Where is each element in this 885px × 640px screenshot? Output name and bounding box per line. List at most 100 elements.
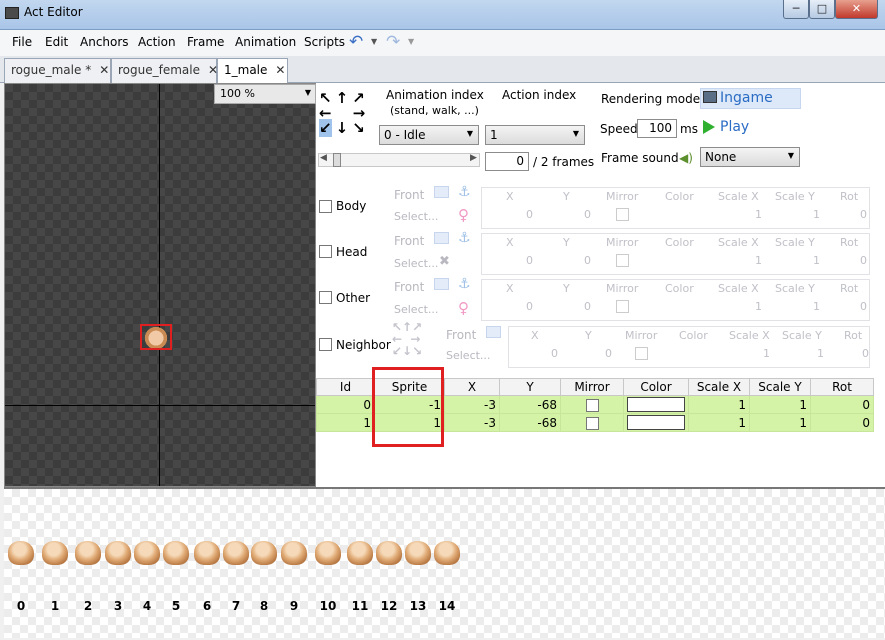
tab-rogue-female[interactable]: rogue_female ✕ <box>111 58 218 83</box>
body-checkbox[interactable] <box>319 200 332 213</box>
layer-x[interactable]: -3 <box>444 413 500 432</box>
head-select-link[interactable]: Select... <box>394 257 438 270</box>
sprite-thumbnail[interactable] <box>281 541 307 565</box>
sprite-thumbnail[interactable] <box>134 541 160 565</box>
neighbor-select-link[interactable]: Select... <box>446 349 490 362</box>
tab-rogue-male[interactable]: rogue_male * ✕ <box>4 58 111 83</box>
menu-scripts[interactable]: Scripts <box>304 35 345 49</box>
sprite-thumbnail[interactable] <box>251 541 277 565</box>
sprite-thumbnail[interactable] <box>75 541 101 565</box>
layer-y[interactable]: -68 <box>499 395 561 414</box>
menu-file[interactable]: File <box>12 35 32 49</box>
other-front-icon[interactable] <box>434 278 449 290</box>
redo-icon[interactable]: ↷ <box>386 32 400 52</box>
layer-scale-x[interactable]: 1 <box>688 395 750 414</box>
col-id[interactable]: Id <box>316 378 375 396</box>
menu-edit[interactable]: Edit <box>45 35 68 49</box>
sprite-thumbnail[interactable] <box>8 541 34 565</box>
play-button[interactable]: Play <box>720 119 749 135</box>
slider-thumb[interactable] <box>333 153 341 167</box>
sprite-thumbnail[interactable] <box>315 541 341 565</box>
body-select-link[interactable]: Select... <box>394 210 438 223</box>
redo-dropdown-icon[interactable]: ▼ <box>408 37 414 46</box>
clear-icon[interactable]: ✖ <box>439 254 450 269</box>
tab-label: rogue_female <box>118 63 200 77</box>
sprite-thumbnail[interactable] <box>194 541 220 565</box>
body-header-x: X <box>506 190 514 203</box>
play-icon[interactable] <box>703 120 715 134</box>
zoom-select[interactable]: 100 % ▼ <box>214 84 316 104</box>
animation-index-select[interactable]: 0 - Idle ▼ <box>379 125 479 145</box>
frame-canvas[interactable] <box>4 83 316 487</box>
sprite-thumbnail[interactable] <box>405 541 431 565</box>
other-anchor-icon[interactable]: ⚓ <box>458 276 471 292</box>
neighbor-front-icon[interactable] <box>486 326 501 338</box>
arrow-down-icon[interactable]: ↓ <box>336 119 349 137</box>
sprite-thumbnail[interactable] <box>347 541 373 565</box>
layer-y[interactable]: -68 <box>499 413 561 432</box>
layer-scale-y[interactable]: 1 <box>749 413 811 432</box>
other-select-link[interactable]: Select... <box>394 303 438 316</box>
head-anchor-icon[interactable]: ⚓ <box>458 230 471 246</box>
col-scale-x[interactable]: Scale X <box>688 378 750 396</box>
undo-dropdown-icon[interactable]: ▼ <box>371 37 377 46</box>
sprite-thumbnail[interactable] <box>434 541 460 565</box>
sprite-index-label: 6 <box>202 599 212 613</box>
head-checkbox[interactable] <box>319 245 332 258</box>
layer-rot[interactable]: 0 <box>810 395 874 414</box>
layer-rot[interactable]: 0 <box>810 413 874 432</box>
body-anchor-grid: X Y Mirror Color Scale X Scale Y Rot 0 0… <box>481 187 870 229</box>
action-index-value: 1 <box>490 128 498 142</box>
sprite-selection[interactable] <box>140 324 172 350</box>
speaker-icon[interactable]: ◀) <box>679 151 693 165</box>
speed-input[interactable]: 100 <box>637 119 677 138</box>
head-front-icon[interactable] <box>434 232 449 244</box>
frame-index-input[interactable]: 0 <box>485 152 529 171</box>
layer-mirror-checkbox[interactable] <box>585 416 599 430</box>
body-front-icon[interactable] <box>434 186 449 198</box>
menu-anchors[interactable]: Anchors <box>80 35 129 49</box>
menu-action[interactable]: Action <box>138 35 176 49</box>
neighbor-checkbox[interactable] <box>319 338 332 351</box>
other-checkbox[interactable] <box>319 291 332 304</box>
neighbor-rot: 0 <box>862 347 869 360</box>
body-anchor-icon[interactable]: ⚓ <box>458 184 471 200</box>
layer-scale-y[interactable]: 1 <box>749 395 811 414</box>
col-color[interactable]: Color <box>623 378 689 396</box>
col-mirror[interactable]: Mirror <box>560 378 624 396</box>
close-button[interactable]: ✕ <box>835 0 878 19</box>
slider-left-icon[interactable]: ◀ <box>320 153 327 163</box>
close-tab-icon[interactable]: ✕ <box>275 63 285 77</box>
col-rot[interactable]: Rot <box>810 378 874 396</box>
layer-x[interactable]: -3 <box>444 395 500 414</box>
maximize-button[interactable]: □ <box>809 0 835 19</box>
col-x[interactable]: X <box>444 378 500 396</box>
sprite-thumbnail[interactable] <box>223 541 249 565</box>
arrow-up-icon[interactable]: ↑ <box>336 89 349 107</box>
frame-slider[interactable] <box>318 153 480 167</box>
close-tab-icon[interactable]: ✕ <box>99 63 109 77</box>
layer-mirror-checkbox[interactable] <box>585 398 599 412</box>
slider-right-icon[interactable]: ▶ <box>470 153 477 163</box>
arrow-down-left-icon[interactable]: ↙ <box>319 119 332 137</box>
female-icon[interactable]: ♀ <box>458 299 469 317</box>
layer-scale-x[interactable]: 1 <box>688 413 750 432</box>
sprite-thumbnail[interactable] <box>163 541 189 565</box>
sprite-thumbnail[interactable] <box>376 541 402 565</box>
col-y[interactable]: Y <box>499 378 561 396</box>
female-icon[interactable]: ♀ <box>458 206 469 224</box>
menu-frame[interactable]: Frame <box>187 35 224 49</box>
menu-animation[interactable]: Animation <box>235 35 296 49</box>
col-scale-y[interactable]: Scale Y <box>749 378 811 396</box>
undo-icon[interactable]: ↶ <box>349 32 363 52</box>
action-index-select[interactable]: 1 ▼ <box>485 125 585 145</box>
animation-index-hint: (stand, walk, ...) <box>390 104 479 117</box>
sprite-thumbnail[interactable] <box>105 541 131 565</box>
arrow-down-right-icon[interactable]: ↘ <box>352 119 365 137</box>
sprite-thumbnail[interactable] <box>42 541 68 565</box>
layer-color-swatch[interactable] <box>627 397 685 412</box>
frame-sound-select[interactable]: None ▼ <box>700 147 800 167</box>
minimize-button[interactable]: ─ <box>783 0 809 19</box>
tab-1-male[interactable]: 1_male ✕ <box>217 58 288 83</box>
layer-color-swatch[interactable] <box>627 415 685 430</box>
